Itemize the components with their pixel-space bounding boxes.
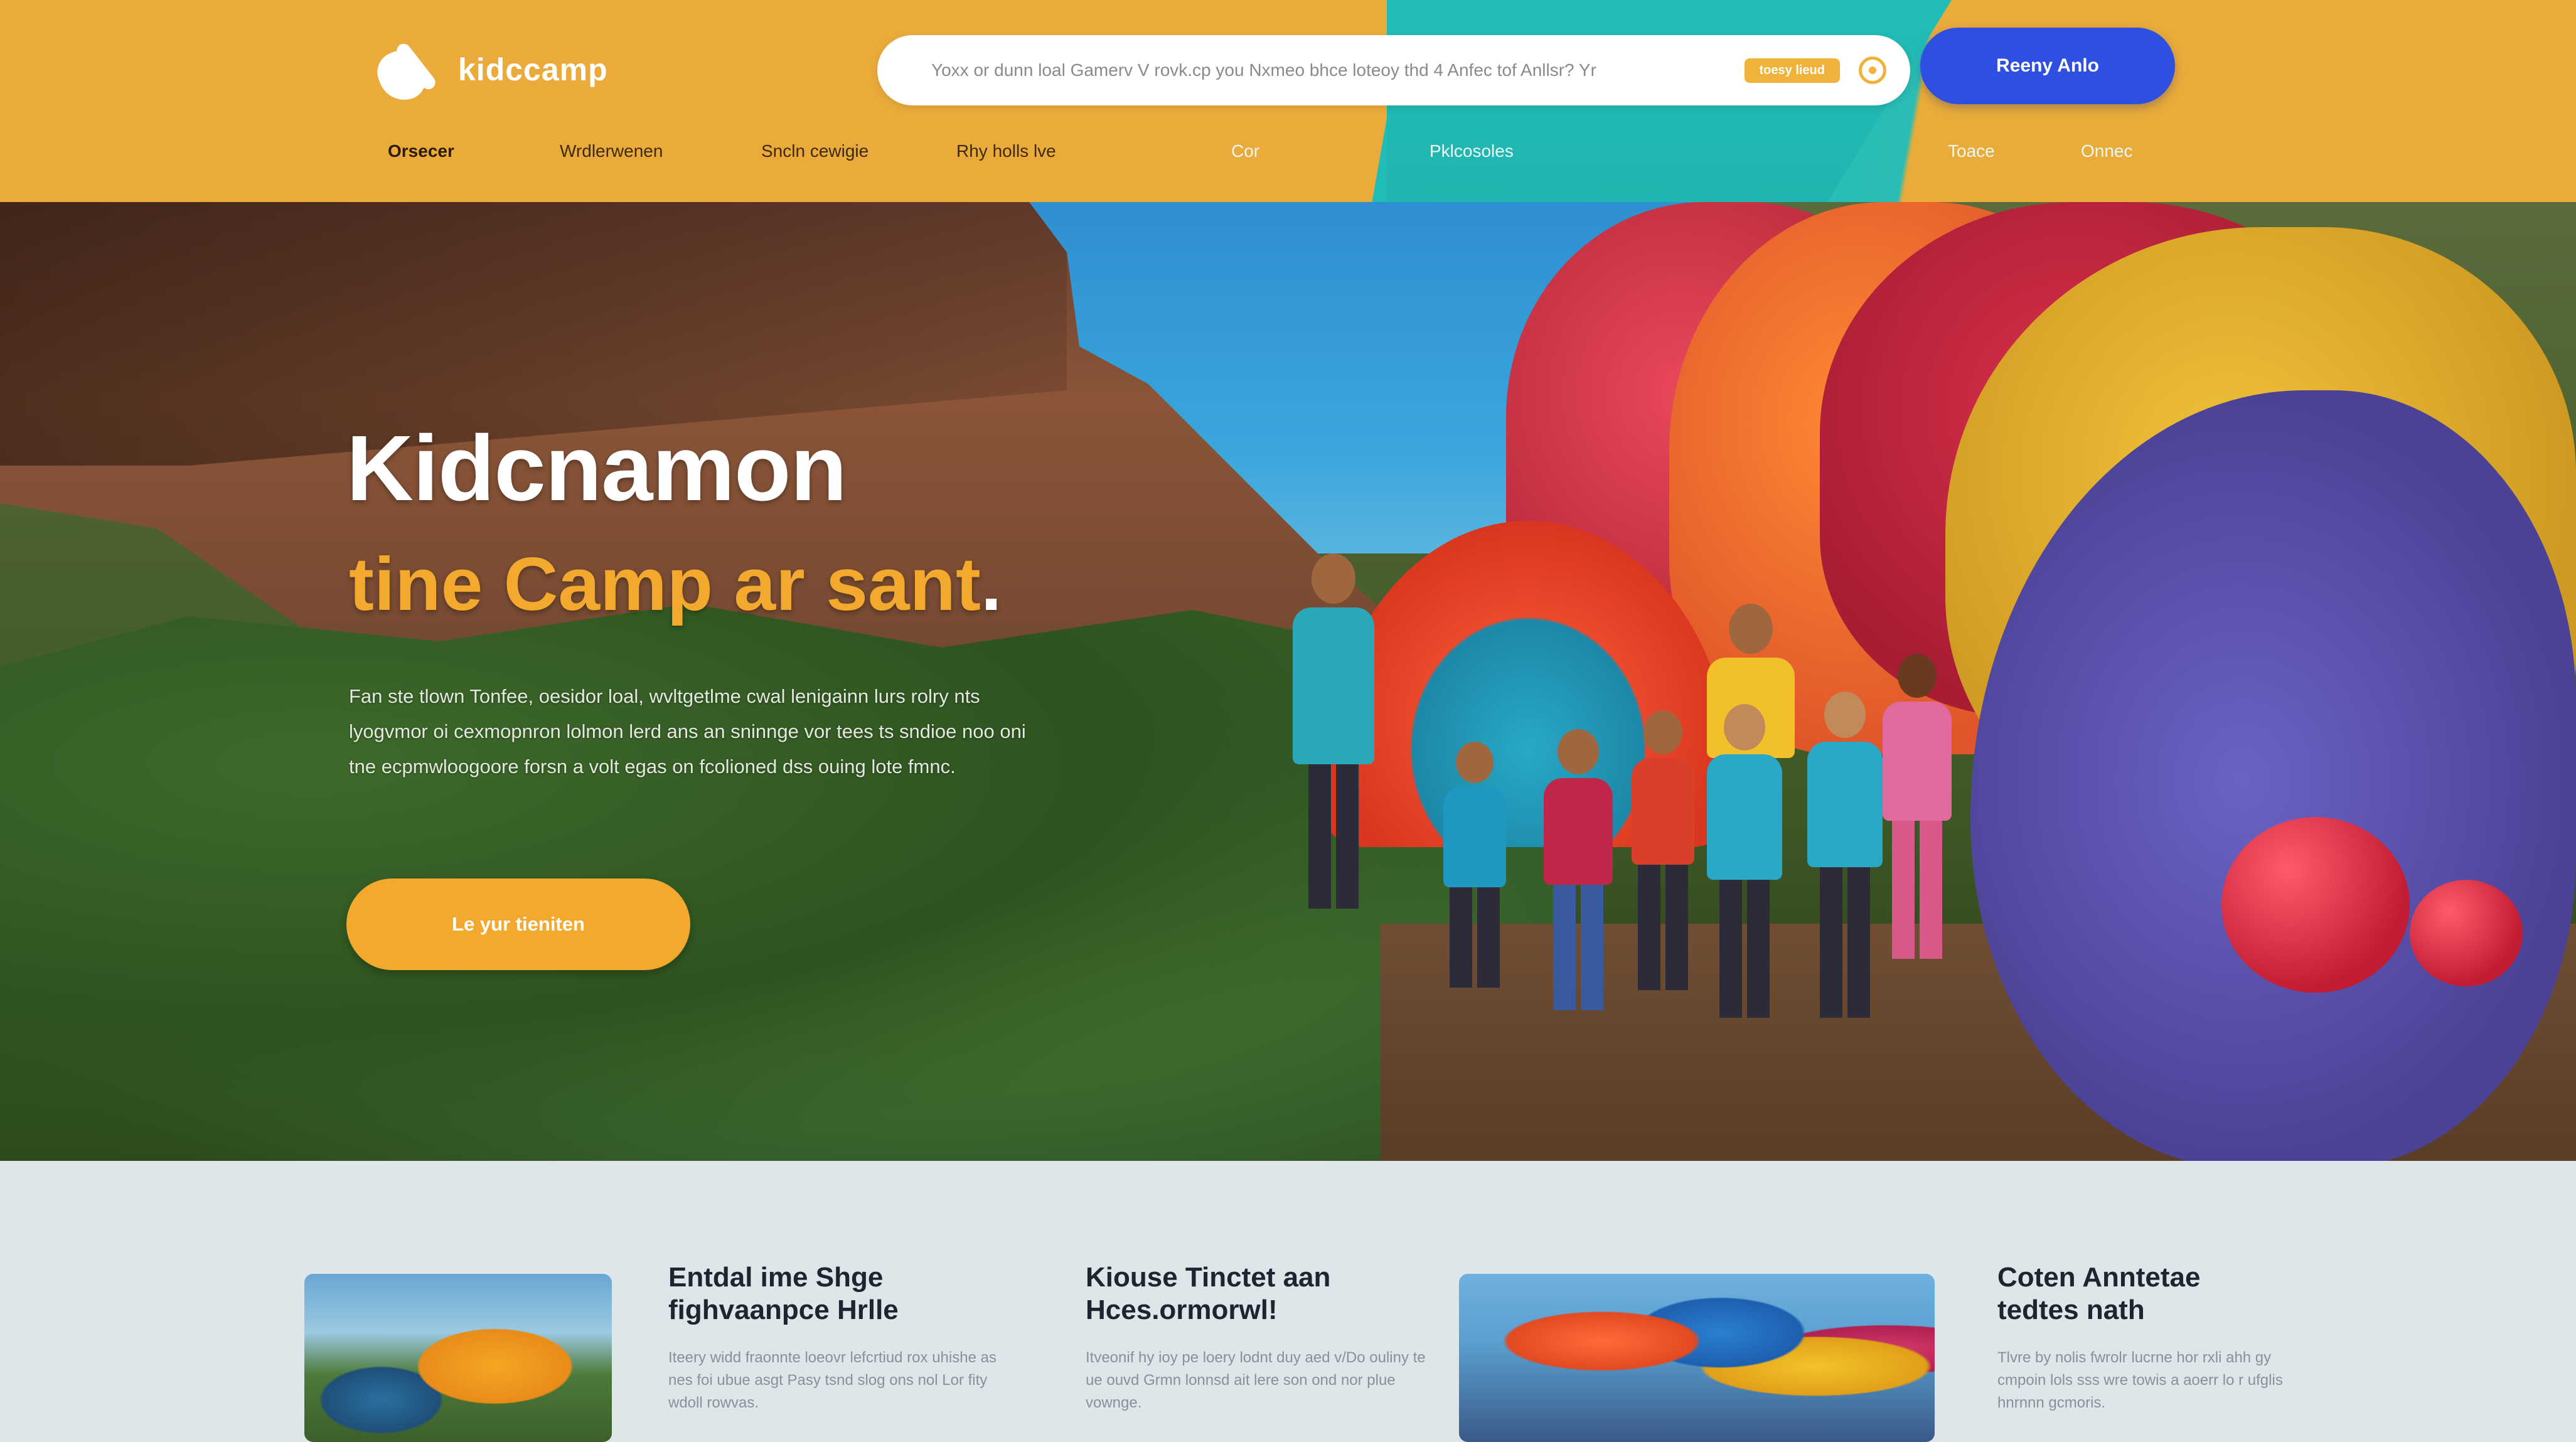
- card-text: Itveonif hy ioy pe loery lodnt duy aed v…: [1086, 1349, 1426, 1411]
- search-icon[interactable]: [1859, 56, 1886, 84]
- child-figure: [1544, 729, 1613, 1010]
- nav-item-5[interactable]: Cor: [1231, 141, 1259, 161]
- card-text: Tlvre by nolis fwrolr lucrne hor rxli ah…: [1997, 1349, 2283, 1411]
- nav-item-4[interactable]: Rhy holls lve: [956, 141, 1056, 161]
- card-image-tent[interactable]: [304, 1274, 612, 1442]
- card-title: Coten Anntetae tedtes nath: [1997, 1262, 2201, 1325]
- child-figure: [1807, 692, 1883, 1018]
- hero-title: Kidcnamon: [346, 417, 847, 520]
- nav-item-3[interactable]: Sncln cewigie: [761, 141, 868, 161]
- main-nav: Orsecer Wrdlerwenen Sncln cewigie Rhy ho…: [0, 141, 2576, 173]
- logo[interactable]: kidccamp: [371, 35, 608, 108]
- nav-item-8[interactable]: Onnec: [2081, 141, 2133, 161]
- child-figure: [1443, 742, 1506, 988]
- hero-subtitle: tine Camp ar sant.: [349, 542, 1002, 626]
- nav-item-1[interactable]: Orsecer: [388, 141, 454, 161]
- hero-description: Fan ste tlown Tonfee, oesidor loal, wvlt…: [349, 685, 1026, 777]
- child-figure: [1883, 654, 1952, 959]
- hero-cta-button[interactable]: Le yur tieniten: [346, 879, 690, 970]
- nav-item-7[interactable]: Toace: [1948, 141, 1995, 161]
- site-header: kidccamp Yoxx or dunn loal Gamerv V rovk…: [0, 0, 2576, 202]
- nav-item-2[interactable]: Wrdlerwenen: [560, 141, 663, 161]
- child-figure: [1707, 704, 1782, 1018]
- red-ball-small: [2410, 880, 2523, 986]
- search-tag-button[interactable]: toesy lieud: [1744, 58, 1840, 83]
- card-text: Iteery widd fraonnte loeovr lefcrtiud ro…: [668, 1349, 997, 1411]
- card-title: Kiouse Tinctet aan Hces.ormorwl!: [1086, 1262, 1331, 1325]
- feature-cards: Entdal ime Shge fighvaanpce Hrlle Iteery…: [0, 1161, 2576, 1442]
- hero-section: Kidcnamon tine Camp ar sant. Fan ste tlo…: [0, 202, 2576, 1161]
- logo-text: kidccamp: [458, 52, 608, 87]
- logo-icon: [371, 37, 442, 108]
- child-figure: [1293, 553, 1374, 909]
- card-image-tents[interactable]: [1459, 1274, 1935, 1442]
- red-ball: [2221, 817, 2410, 993]
- card-title: Entdal ime Shge fighvaanpce Hrlle: [668, 1262, 899, 1325]
- search-bar[interactable]: Yoxx or dunn loal Gamerv V rovk.cp you N…: [877, 35, 1910, 105]
- header-cta-button[interactable]: Reeny Anlo: [1920, 28, 2175, 104]
- nav-item-6[interactable]: Pklcosoles: [1430, 141, 1514, 161]
- child-figure: [1632, 710, 1694, 990]
- search-input[interactable]: Yoxx or dunn loal Gamerv V rovk.cp you N…: [931, 60, 1732, 80]
